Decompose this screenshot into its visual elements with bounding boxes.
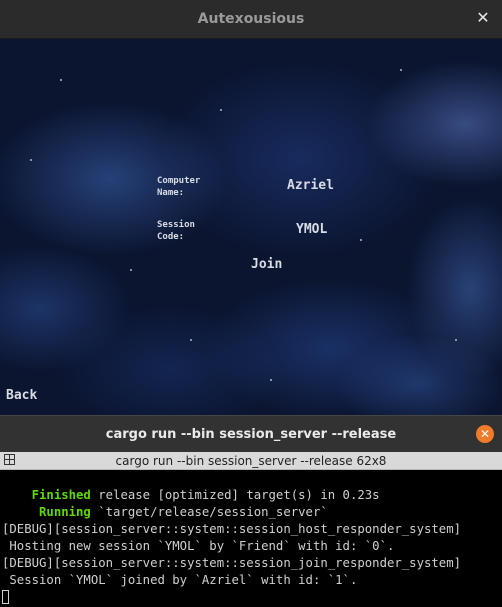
- star-decoration: [455, 339, 457, 341]
- terminal-line: [DEBUG][session_server::system::session_…: [2, 555, 461, 572]
- terminal-line-text: [DEBUG][session_server::system::session_…: [2, 556, 462, 570]
- terminal-output[interactable]: Finished release [optimized] target(s) i…: [0, 470, 502, 607]
- terminal-line: Finished release [optimized] target(s) i…: [2, 487, 380, 504]
- terminal-line: Hosting new session `YMOL` by `Friend` w…: [2, 538, 394, 555]
- terminal-line-status: Running: [2, 505, 91, 519]
- star-decoration: [360, 239, 362, 241]
- session-code-label: Session Code:: [157, 220, 195, 242]
- terminal-line-text: [DEBUG][session_server::system::session_…: [2, 522, 462, 536]
- terminal-line-status: Finished: [2, 488, 91, 502]
- terminal-line: [DEBUG][session_server::system::session_…: [2, 521, 461, 538]
- game-window-titlebar: Autexousious ✕: [0, 0, 502, 39]
- game-window-title: Autexousious: [197, 11, 305, 27]
- terminal-line-text: `target/release/session_server`: [90, 505, 328, 519]
- star-decoration: [270, 379, 272, 381]
- star-decoration: [400, 69, 402, 71]
- terminal-line: Running `target/release/session_server`: [2, 504, 328, 521]
- star-decoration: [60, 79, 62, 81]
- terminal-tab-bar: cargo run --bin session_server --release…: [0, 452, 502, 470]
- star-decoration: [220, 109, 222, 111]
- star-decoration: [130, 269, 132, 271]
- terminal-line: Session `YMOL` joined by `Azriel` with i…: [2, 572, 357, 589]
- star-decoration: [30, 159, 32, 161]
- terminal-line-text: Session `YMOL` joined by `Azriel` with i…: [2, 573, 358, 587]
- session-code-input[interactable]: YMOL: [296, 222, 327, 237]
- game-close-icon[interactable]: ✕: [474, 9, 492, 27]
- terminal-close-icon[interactable]: ✕: [476, 425, 494, 443]
- terminal-tab-title[interactable]: cargo run --bin session_server --release…: [116, 454, 387, 468]
- star-decoration: [190, 339, 192, 341]
- computer-name-label: Computer Name:: [157, 176, 201, 198]
- terminal-window-titlebar: cargo run --bin session_server --release…: [0, 415, 502, 452]
- split-view-icon[interactable]: [4, 454, 15, 465]
- terminal-line-text: release [optimized] target(s) in 0.23s: [90, 488, 380, 502]
- terminal-line-text: Hosting new session `YMOL` by `Friend` w…: [2, 539, 395, 553]
- terminal-cursor: [2, 590, 9, 604]
- game-canvas: Computer Name: Azriel Session Code: YMOL…: [0, 39, 502, 415]
- join-button[interactable]: Join: [251, 257, 282, 272]
- terminal-window-title: cargo run --bin session_server --release: [105, 426, 397, 442]
- back-button[interactable]: Back: [6, 388, 37, 403]
- computer-name-input[interactable]: Azriel: [287, 178, 334, 193]
